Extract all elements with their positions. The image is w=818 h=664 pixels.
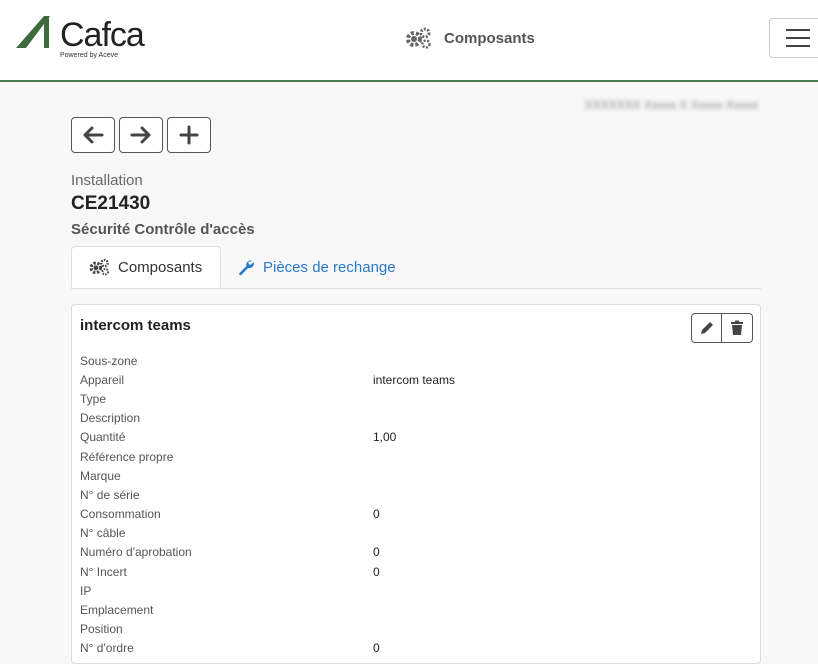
property-row: Numéro d'aprobation 0 bbox=[80, 543, 750, 562]
trash-icon bbox=[731, 320, 743, 335]
property-label: N° de série bbox=[80, 487, 140, 502]
hamburger-icon bbox=[786, 29, 810, 31]
property-label: Description bbox=[80, 411, 141, 426]
arrow-right-icon bbox=[130, 126, 151, 144]
property-row: N° d'ordre 0 bbox=[80, 639, 750, 658]
property-value: 0 bbox=[373, 507, 380, 522]
delete-button[interactable] bbox=[722, 313, 753, 343]
page-heading: Composants bbox=[404, 25, 535, 51]
property-row: Type bbox=[80, 389, 750, 408]
property-row: N° câble bbox=[80, 524, 750, 543]
property-label: Numéro d'aprobation bbox=[80, 545, 192, 560]
installation-code: CE21430 bbox=[71, 193, 151, 214]
logo-mark-icon bbox=[16, 16, 50, 48]
property-label: Appareil bbox=[80, 372, 125, 387]
property-label: Type bbox=[80, 391, 107, 406]
property-label: Position bbox=[80, 622, 123, 637]
property-label: N° Incert bbox=[80, 564, 127, 579]
property-label: Consommation bbox=[80, 507, 161, 522]
user-info: XXXXXXX Xxxxx X Xxxxx Xxxxx bbox=[584, 98, 758, 112]
property-label: IP bbox=[80, 583, 92, 598]
property-value: 0 bbox=[373, 545, 380, 560]
property-row: Quantité 1,00 bbox=[80, 428, 750, 447]
property-list: Sous-zone Appareil intercom teams Type Descr… bbox=[80, 351, 750, 658]
property-row: Position bbox=[80, 620, 750, 639]
installation-label: Installation bbox=[71, 172, 143, 189]
gears-icon bbox=[89, 258, 110, 276]
page-title: Composants bbox=[444, 29, 535, 47]
property-row: Marque bbox=[80, 466, 750, 485]
property-label: Quantité bbox=[80, 430, 126, 445]
tab-pieces-label: Pièces de rechange bbox=[263, 258, 396, 276]
property-row: N° Incert 0 bbox=[80, 562, 750, 581]
menu-toggle-button[interactable] bbox=[769, 18, 818, 58]
pencil-icon bbox=[700, 322, 713, 334]
property-row: Sous-zone bbox=[80, 351, 750, 370]
component-title: intercom teams bbox=[80, 317, 191, 334]
add-button[interactable] bbox=[167, 117, 211, 153]
nav-button-group bbox=[71, 117, 211, 153]
top-navbar: Cafca Powered by Aceve Composants bbox=[0, 0, 818, 82]
property-row: IP bbox=[80, 581, 750, 600]
property-label: Emplacement bbox=[80, 603, 154, 618]
gears-icon bbox=[406, 27, 431, 49]
tab-composants[interactable]: Composants bbox=[71, 246, 221, 288]
property-row: N° de série bbox=[80, 485, 750, 504]
tab-bar: Composants Pièces de rechange bbox=[71, 246, 761, 289]
property-label: N° d'ordre bbox=[80, 641, 134, 656]
back-button[interactable] bbox=[71, 117, 115, 153]
property-label: Marque bbox=[80, 468, 121, 483]
property-row: Référence propre bbox=[80, 447, 750, 466]
logo-tagline: Powered by Aceve bbox=[60, 52, 118, 59]
property-row: Consommation 0 bbox=[80, 505, 750, 524]
property-value: 1,00 bbox=[373, 430, 397, 445]
arrow-left-icon bbox=[83, 126, 104, 144]
component-card: intercom teams Sous-zone Appareil intercom… bbox=[71, 304, 761, 664]
property-value: 0 bbox=[373, 564, 380, 579]
property-label: N° câble bbox=[80, 526, 126, 541]
property-row: Description bbox=[80, 409, 750, 428]
property-value: 0 bbox=[373, 641, 380, 656]
card-actions bbox=[691, 313, 753, 343]
plus-icon bbox=[179, 125, 199, 145]
logo-wordmark: Cafca bbox=[60, 16, 145, 54]
property-row: Emplacement bbox=[80, 600, 750, 619]
edit-button[interactable] bbox=[691, 313, 722, 343]
property-row: Appareil intercom teams bbox=[80, 370, 750, 389]
wrench-icon bbox=[239, 260, 254, 276]
cafca-logo[interactable]: Cafca Powered by Aceve bbox=[14, 14, 154, 62]
tab-composants-label: Composants bbox=[118, 258, 203, 276]
property-label: Sous-zone bbox=[80, 353, 138, 368]
forward-button[interactable] bbox=[119, 117, 163, 153]
installation-category: Sécurité Contrôle d'accès bbox=[71, 221, 255, 238]
tab-pieces-de-rechange[interactable]: Pièces de rechange bbox=[221, 246, 412, 288]
property-value: intercom teams bbox=[373, 372, 456, 387]
property-label: Référence propre bbox=[80, 449, 174, 464]
